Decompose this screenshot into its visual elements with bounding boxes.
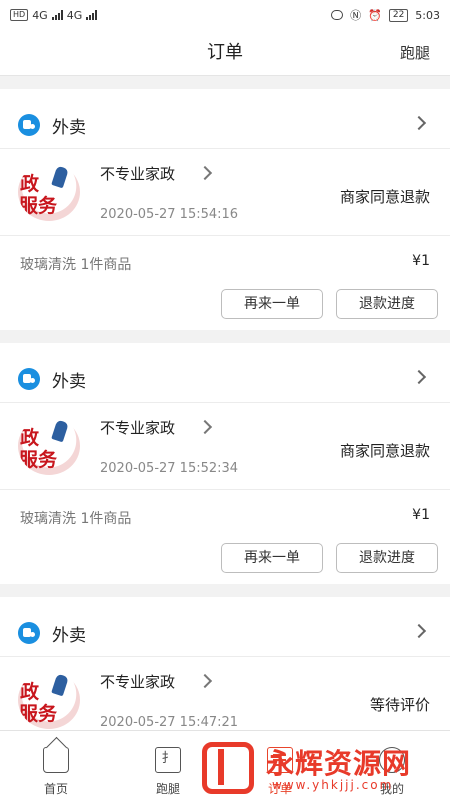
shop-thumbnail: 政 服务 [18, 671, 80, 729]
shop-chevron-icon[interactable] [197, 419, 213, 435]
order-card-header[interactable]: 外卖 [0, 597, 450, 657]
order-summary-text: 玻璃清洗 1件商品 [20, 511, 132, 527]
order-status: 等待评价 [369, 696, 430, 714]
network-4g-label: 4G [32, 8, 48, 22]
cleaner-figure-icon [51, 673, 69, 697]
order-summary: 玻璃清洗 1件商品 ¥1 [0, 236, 450, 286]
order-type-label: 外卖 [52, 118, 86, 138]
thumbnail-text: 服务 [19, 703, 58, 725]
errand-link[interactable]: 跑腿 [400, 30, 430, 76]
nfc-icon: Ⓝ [350, 9, 362, 22]
order-status: 商家同意退款 [339, 442, 430, 460]
status-left: HD 4G 4G [10, 8, 98, 22]
order-time: 2020-05-27 15:52:34 [100, 461, 239, 476]
order-card: 外卖 政 服务 不专业家政 等待评价 2020-05-27 15:47:21 [0, 597, 450, 730]
order-price: ¥1 [412, 253, 430, 269]
order-summary-text: 玻璃清洗 1件商品 [20, 257, 132, 273]
order-summary: 玻璃清洗 1件商品 ¥1 [0, 490, 450, 540]
reorder-button[interactable]: 再来一单 [221, 289, 323, 319]
shop-thumbnail: 政 服务 [18, 417, 80, 475]
page-title: 订单 [207, 42, 243, 63]
chevron-right-icon[interactable] [411, 115, 427, 131]
reorder-button[interactable]: 再来一单 [221, 543, 323, 573]
delivery-type-icon [18, 368, 40, 390]
refund-progress-button[interactable]: 退款进度 [336, 289, 438, 319]
shop-thumbnail: 政 服务 [18, 163, 80, 221]
tab-home[interactable]: 首页 [0, 731, 112, 800]
order-card-header[interactable]: 外卖 [0, 89, 450, 149]
top-nav-bar: 订单 跑腿 [0, 30, 450, 76]
order-type-label: 外卖 [52, 372, 86, 392]
signal-icon-2 [86, 10, 98, 20]
chevron-right-icon[interactable] [411, 369, 427, 385]
watermark-logo-icon [202, 742, 254, 794]
status-bar: HD 4G 4G Ⓝ ⏰ 22 5:03 [0, 0, 450, 30]
order-card: 外卖 政 服务 不专业家政 商家同意退款 2020-05-27 15:52:34… [0, 343, 450, 584]
order-card-body[interactable]: 政 服务 不专业家政 等待评价 2020-05-27 15:47:21 [0, 657, 450, 730]
order-card-header[interactable]: 外卖 [0, 343, 450, 403]
watermark-url: www.yhkjjj.com [272, 778, 394, 792]
order-status: 商家同意退款 [339, 188, 430, 206]
shop-name[interactable]: 不专业家政 [100, 417, 175, 438]
order-card: 外卖 政 服务 不专业家政 商家同意退款 2020-05-27 15:54:16… [0, 89, 450, 330]
eye-icon [331, 10, 344, 20]
shop-name[interactable]: 不专业家政 [100, 163, 175, 184]
tab-home-label: 首页 [43, 782, 68, 796]
watermark: 永辉资源网 www.yhkjjj.com [200, 738, 440, 798]
status-right: Ⓝ ⏰ 22 5:03 [331, 7, 440, 23]
shop-name[interactable]: 不专业家政 [100, 671, 175, 692]
chevron-right-icon[interactable] [411, 623, 427, 639]
cleaner-figure-icon [51, 419, 69, 443]
order-type-label: 外卖 [52, 626, 86, 646]
cleaner-figure-icon [51, 165, 69, 189]
home-icon [43, 747, 69, 773]
shop-chevron-icon[interactable] [197, 673, 213, 689]
alarm-icon: ⏰ [368, 8, 382, 22]
signal-icon [51, 10, 63, 20]
order-list[interactable]: 外卖 政 服务 不专业家政 商家同意退款 2020-05-27 15:54:16… [0, 76, 450, 730]
battery-icon: 22 [388, 8, 409, 22]
shop-chevron-icon[interactable] [197, 165, 213, 181]
network-4g-label-2: 4G [66, 8, 83, 22]
thumbnail-text: 服务 [19, 195, 58, 217]
refund-progress-button[interactable]: 退款进度 [336, 543, 438, 573]
order-card-body[interactable]: 政 服务 不专业家政 商家同意退款 2020-05-27 15:54:16 [0, 149, 450, 236]
run-errand-icon: ⺘ [155, 747, 181, 773]
order-time: 2020-05-27 15:47:21 [100, 715, 239, 730]
hd-badge: HD [10, 9, 29, 21]
status-time: 5:03 [415, 8, 440, 22]
order-price: ¥1 [412, 507, 430, 523]
watermark-text: 永辉资源网 [266, 747, 412, 780]
delivery-type-icon [18, 622, 40, 644]
delivery-type-icon [18, 114, 40, 136]
thumbnail-text: 服务 [19, 449, 58, 471]
order-card-body[interactable]: 政 服务 不专业家政 商家同意退款 2020-05-27 15:52:34 [0, 403, 450, 490]
order-time: 2020-05-27 15:54:16 [100, 207, 239, 222]
